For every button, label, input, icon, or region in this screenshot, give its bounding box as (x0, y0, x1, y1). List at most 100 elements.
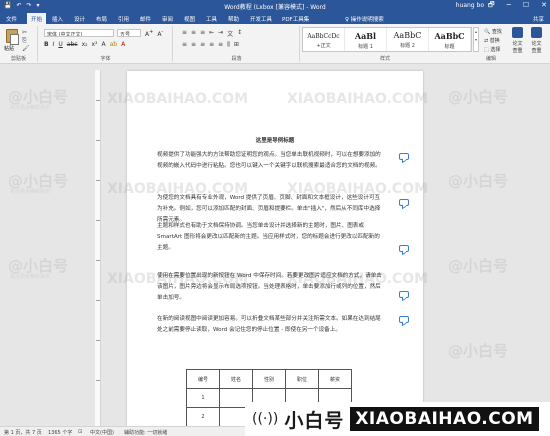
find-button[interactable]: 🔍 查找 (484, 28, 502, 35)
table-header-row: 编号 姓名 性别 职位 薪资 (186, 369, 352, 389)
comment-icon[interactable] (399, 316, 409, 323)
comment-icon[interactable] (399, 291, 409, 298)
table-cell[interactable]: 1 (186, 388, 220, 408)
clipboard-group: 粘贴 ✂ ⎘ 🖌 剪贴板 (0, 26, 38, 62)
distributed-icon[interactable]: ≡ (218, 41, 223, 49)
align-right-icon[interactable]: ≡ (200, 41, 205, 49)
style-title[interactable]: AaBbC 标题 (429, 28, 471, 51)
style-heading-1[interactable]: AaBl 标题 1 (345, 28, 387, 51)
minimize-icon[interactable]: ─ (507, 1, 511, 12)
tab-help[interactable]: 帮助 (228, 15, 239, 23)
style-heading-2[interactable]: AaBbC 标题 2 (387, 28, 429, 51)
paragraph-4[interactable]: 使用在需要位置出现的新按钮在 Word 中保存时间。若要更改图片适应文档的方式，… (157, 271, 383, 303)
styles-more-button[interactable]: ▴ ▾ (473, 27, 479, 52)
vertical-ruler[interactable] (95, 70, 101, 426)
clipboard-group-label: 剪贴板 (10, 56, 26, 62)
tab-insert[interactable]: 插入 (52, 15, 63, 23)
logo-chinese-text: 小白号 (284, 409, 345, 432)
paragraph-group: ≡ ≡ ≡ ⇤ ⇥ 文 ↕ ≡ ≡ ≡ ≡ ≡ ⫼ ⊞ 段落 (174, 26, 300, 62)
ribbon-display-icon[interactable]: 🗗 (488, 1, 495, 12)
format-row: B I U abc x₂ x² A ab A (44, 41, 125, 48)
accessibility-status[interactable]: 辅助功能: 一切就绪 (124, 429, 167, 436)
maximize-icon[interactable]: ☐ (523, 1, 529, 12)
shrink-font-icon[interactable]: A- (157, 29, 163, 38)
highlight-button[interactable]: ab (110, 41, 118, 48)
logo-english-text: XIAOBAIHAO.COM (350, 407, 539, 431)
ribbon: 粘贴 ✂ ⎘ 🖌 剪贴板 宋体 (中文正文) 五号 A+ A- B I U ab… (0, 24, 550, 64)
proofing-icon[interactable]: ⊡ (78, 429, 82, 435)
tab-design[interactable]: 设计 (74, 15, 85, 23)
paragraph-1[interactable]: 视频提供了功能强大的方法帮助您证明您的观点。当您单击联机视频时，可以在想要添加的… (157, 150, 383, 172)
table-cell[interactable]: 2 (186, 407, 220, 427)
site-logo: ((·)) 小白号 XIAOBAIHAO.COM (245, 402, 550, 436)
page-count[interactable]: 第 1 页，共 7 页 (4, 429, 42, 436)
justify-icon[interactable]: ≡ (209, 41, 214, 49)
comment-icon[interactable] (399, 199, 409, 206)
table-header-cell[interactable]: 性别 (252, 369, 286, 389)
user-name[interactable]: huang bo (456, 2, 484, 9)
paper-check-button-2[interactable]: 论文 查重 (531, 27, 542, 54)
paper-check-button-1[interactable]: 论文 查重 (512, 27, 523, 54)
underline-button[interactable]: U (58, 41, 62, 48)
font-name-select[interactable]: 宋体 (中文正文) (44, 29, 114, 37)
superscript-button[interactable]: x² (92, 41, 98, 48)
close-icon[interactable]: ✕ (541, 1, 547, 12)
subscript-button[interactable]: x₂ (82, 41, 88, 48)
paragraph-3[interactable]: 主题和样式也有助于文档保持协调。当您单击设计并选择新的主题时，图片、图表或 Sm… (157, 221, 383, 253)
multilevel-list-icon[interactable]: ≡ (200, 29, 205, 38)
paragraph-5[interactable]: 在新的阅读视图中阅读更加容易。可以折叠文档某些部分并关注所需文本。如果在达到结尾… (157, 314, 383, 336)
strikethrough-button[interactable]: abc (67, 41, 78, 48)
tab-references[interactable]: 引用 (118, 15, 129, 23)
tab-home[interactable]: 开始 (27, 13, 47, 24)
paragraph-row-2: ≡ ≡ ≡ ≡ ≡ ⫼ ⊞ (182, 41, 239, 49)
tell-me-search[interactable]: ♀ 操作说明搜索 (345, 15, 384, 23)
sort-icon[interactable]: ↕ (237, 29, 242, 38)
increase-indent-icon[interactable]: ⇥ (218, 29, 223, 38)
select-button[interactable]: ⬚ 选择 (484, 46, 500, 53)
text-effects-button[interactable]: A (102, 41, 106, 48)
cut-icon[interactable]: ✂ (22, 29, 27, 36)
table-header-cell[interactable]: 编号 (186, 369, 220, 389)
grow-font-icon[interactable]: A+ (145, 29, 153, 38)
title-bar: 💾 ↶ ↷ ▾ Word教程 (Lxbox [兼容模式] - Word huan… (0, 0, 550, 13)
replace-button[interactable]: ⇄ 替换 (484, 37, 500, 44)
format-painter-icon[interactable]: 🖌 (22, 45, 30, 52)
watermark-text: XIAOBAIHAO.COM (287, 91, 429, 107)
share-button[interactable]: 共享 (533, 15, 544, 23)
copy-icon[interactable]: ⎘ (22, 37, 27, 45)
tab-pdf-tools[interactable]: PDF工具集 (282, 15, 309, 23)
tab-file[interactable]: 文件 (6, 15, 17, 23)
numbering-icon[interactable]: ≡ (191, 29, 196, 38)
tab-view[interactable]: 视图 (184, 15, 195, 23)
table-header-cell[interactable]: 姓名 (219, 369, 253, 389)
table-header-cell[interactable]: 薪资 (318, 369, 352, 389)
tab-layout[interactable]: 布局 (96, 15, 107, 23)
document-title: 这里是导例标题 (255, 138, 295, 144)
word-count[interactable]: 1365 个字 (48, 429, 72, 436)
paper-check-icon (531, 27, 542, 38)
bold-button[interactable]: B (44, 41, 49, 48)
align-center-icon[interactable]: ≡ (191, 41, 196, 49)
paste-icon[interactable] (6, 29, 19, 45)
tab-tools[interactable]: 工具 (206, 15, 217, 23)
tab-developer[interactable]: 开发工具 (250, 15, 272, 23)
tab-review[interactable]: 审阅 (162, 15, 173, 23)
font-size-select[interactable]: 五号 (117, 29, 141, 37)
chinese-layout-icon[interactable]: 文 (227, 29, 233, 38)
paste-button-label[interactable]: 粘贴 (4, 45, 14, 52)
bullets-icon[interactable]: ≡ (182, 29, 187, 38)
styles-group-label: 样式 (380, 56, 391, 62)
table-header-cell[interactable]: 职位 (285, 369, 319, 389)
line-spacing-icon[interactable]: ⫼ (227, 41, 230, 49)
comment-icon[interactable] (399, 153, 409, 160)
font-color-button[interactable]: A (121, 41, 125, 48)
align-left-icon[interactable]: ≡ (182, 41, 187, 49)
tab-mailings[interactable]: 邮件 (140, 15, 151, 23)
language[interactable]: 中文(中国) (90, 429, 114, 436)
style-normal[interactable]: AaBbCcDc +正文 (303, 28, 345, 51)
decrease-indent-icon[interactable]: ⇤ (209, 29, 214, 38)
borders-icon[interactable]: ⊞ (234, 41, 239, 49)
italic-button[interactable]: I (53, 41, 55, 48)
comment-icon[interactable] (399, 245, 409, 252)
document-page[interactable]: XIAOBAIHAO.COM XIAOBAIHAO.COM XIAOBAIHAO… (107, 71, 428, 427)
